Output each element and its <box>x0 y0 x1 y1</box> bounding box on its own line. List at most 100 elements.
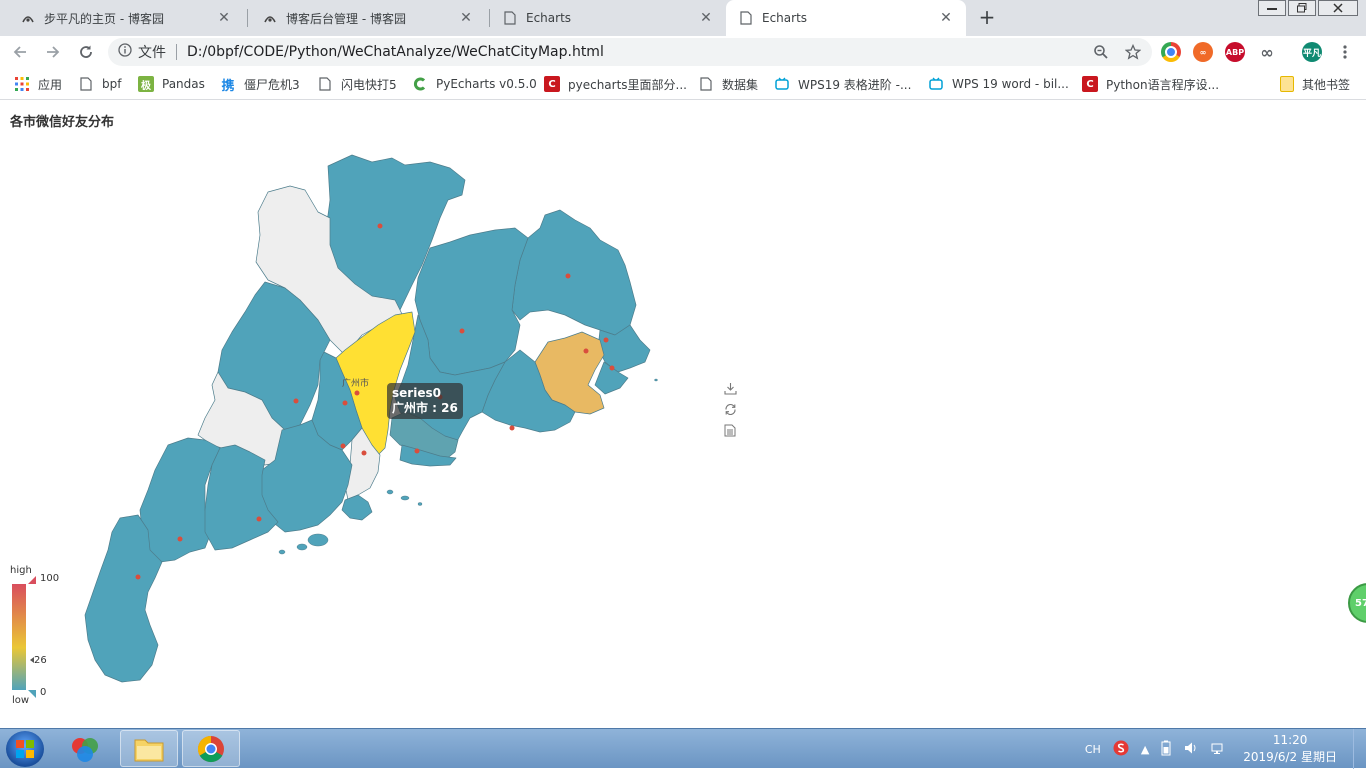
bilibili-icon <box>928 76 944 92</box>
bookmark-wps-excel[interactable]: WPS19 表格进阶 -... <box>774 68 911 100</box>
bookmark-label: pyecharts里面部分... <box>568 77 687 92</box>
page-icon <box>78 76 94 92</box>
back-button[interactable] <box>8 40 32 64</box>
close-icon[interactable]: ✕ <box>698 10 714 26</box>
security-label: 文件 <box>138 45 166 61</box>
info-icon[interactable] <box>118 43 132 61</box>
visual-map-low-label: low <box>12 695 30 706</box>
visual-map-high-handle[interactable] <box>28 576 36 584</box>
arrow-left-icon <box>13 46 26 58</box>
cnblogs-icon <box>262 10 278 26</box>
chrome-icon <box>197 735 224 762</box>
visual-map-gradient[interactable] <box>12 584 26 690</box>
show-desktop-button[interactable] <box>1353 729 1366 769</box>
tab-echarts-active[interactable]: Echarts ✕ <box>726 0 966 36</box>
tab-separator <box>247 9 248 27</box>
omnibox-divider <box>176 44 177 60</box>
bookmark-star-icon[interactable] <box>1124 43 1142 61</box>
windows-logo-icon <box>16 740 34 758</box>
adblock-plus-icon[interactable]: ABP <box>1225 42 1245 62</box>
reload-icon <box>80 45 92 58</box>
url-text[interactable]: D:/0bpf/CODE/Python/WeChatAnalyze/WeChat… <box>187 44 604 60</box>
taskbar-chrome[interactable] <box>182 730 240 767</box>
bookmark-python-course[interactable]: C Python语言程序设... <box>1082 68 1219 100</box>
bookmark-other-folder[interactable]: 其他书签 <box>1280 68 1350 100</box>
bookmark-apps[interactable]: 应用 <box>14 68 62 100</box>
window-controls <box>1256 0 1358 16</box>
clock-time: 11:20 <box>1272 733 1308 747</box>
close-window-button[interactable] <box>1318 0 1358 16</box>
region-label-guangzhou: 广州市 <box>342 379 370 389</box>
bookmark-label: 闪电快打5 <box>341 77 397 92</box>
system-clock[interactable]: 11:20 2019/6/2 星期日 <box>1243 732 1337 766</box>
network-icon[interactable] <box>1211 740 1227 759</box>
pyecharts-icon <box>412 76 428 92</box>
reload-button[interactable] <box>74 40 98 64</box>
folder-icon <box>1280 76 1294 92</box>
bookmark-label: Python语言程序设... <box>1106 77 1220 92</box>
tab-cnblogs-admin[interactable]: 博客后台管理 - 博客园 ✕ <box>250 0 486 36</box>
tray-expand-icon[interactable]: ▲ <box>1141 743 1149 756</box>
bookmark-pandas[interactable]: 极 Pandas <box>138 68 205 100</box>
bookmark-zombie-game[interactable]: 携 僵尸危机3 <box>220 68 300 100</box>
minimize-button[interactable] <box>1258 0 1286 16</box>
infinity-extension-icon[interactable]: ∞ <box>1193 42 1213 62</box>
zoom-icon[interactable] <box>1092 43 1110 61</box>
restore-icon[interactable] <box>722 401 738 417</box>
media-center-icon <box>72 737 98 762</box>
page-icon <box>502 10 518 26</box>
taskbar-media-app[interactable] <box>56 730 114 767</box>
bookmark-label: WPS 19 word - bil... <box>952 77 1069 91</box>
sogou-ime-icon[interactable] <box>1113 740 1129 759</box>
bookmark-csdn-pyecharts[interactable]: C pyecharts里面部分... <box>544 68 687 100</box>
menu-button[interactable] <box>1333 40 1357 64</box>
csdn-icon: C <box>1082 76 1098 92</box>
bookmark-label: 应用 <box>38 77 63 92</box>
download-icon[interactable] <box>722 380 738 396</box>
region-heyuan[interactable] <box>414 227 529 376</box>
volume-icon[interactable] <box>1183 740 1199 759</box>
ime-indicator[interactable]: CH <box>1085 743 1101 756</box>
cnblogs-icon <box>20 10 36 26</box>
bookmark-dataset[interactable]: 数据集 <box>698 68 758 100</box>
visual-map-low-handle[interactable] <box>28 690 36 698</box>
clock-date: 2019/6/2 星期日 <box>1243 750 1337 764</box>
region-meizhou[interactable] <box>511 209 637 336</box>
browser-toolbar: 文件 D:/0bpf/CODE/Python/WeChatAnalyze/WeC… <box>0 36 1366 68</box>
close-icon[interactable]: ✕ <box>216 10 232 26</box>
tab-title: Echarts <box>762 11 808 25</box>
page-icon <box>317 76 333 92</box>
tab-strip: 步平凡的主页 - 博客园 ✕ 博客后台管理 - 博客园 ✕ Echarts ✕ … <box>0 0 1366 36</box>
region-zhuhai[interactable] <box>341 494 373 521</box>
tab-echarts[interactable]: Echarts ✕ <box>490 0 726 36</box>
battery-icon[interactable] <box>1161 740 1171 759</box>
bookmark-wps-word[interactable]: WPS 19 word - bil... <box>928 68 1069 100</box>
start-button[interactable] <box>6 731 44 767</box>
restore-button[interactable] <box>1288 0 1316 16</box>
tooltip-value: 广州市 : 26 <box>392 401 458 415</box>
link-extension-icon[interactable]: ∞ <box>1257 42 1277 62</box>
tab-cnblogs-home[interactable]: 步平凡的主页 - 博客园 ✕ <box>8 0 244 36</box>
visual-map-min-label: 0 <box>40 687 47 698</box>
bookmark-lightning-game[interactable]: 闪电快打5 <box>317 68 397 100</box>
bookmark-pyecharts[interactable]: PyEcharts v0.5.0 <box>412 68 537 100</box>
profile-avatar[interactable]: 平凡 <box>1302 42 1322 62</box>
forward-button[interactable] <box>41 40 65 64</box>
data-view-icon[interactable] <box>722 422 738 438</box>
page-content: 各市微信好友分布 广州市 series0 广州市: 26 high 100 2… <box>0 100 1366 728</box>
taskbar-explorer[interactable] <box>120 730 178 767</box>
guangdong-map <box>28 154 658 698</box>
visual-map-indicator-label: 26 <box>34 655 47 666</box>
folder-icon <box>134 739 164 761</box>
bookmark-label: bpf <box>102 77 122 91</box>
new-tab-button[interactable]: + <box>976 6 998 28</box>
bookmark-bpf[interactable]: bpf <box>78 68 121 100</box>
chrome-extension-icon[interactable] <box>1161 42 1181 62</box>
visual-map-max-label: 100 <box>40 573 60 584</box>
address-bar[interactable]: 文件 D:/0bpf/CODE/Python/WeChatAnalyze/WeC… <box>108 38 1152 66</box>
close-icon[interactable]: ✕ <box>938 10 954 26</box>
page-icon <box>738 10 754 26</box>
bookmark-label: WPS19 表格进阶 -... <box>798 77 912 92</box>
close-icon[interactable]: ✕ <box>458 10 474 26</box>
csdn-icon: C <box>544 76 560 92</box>
